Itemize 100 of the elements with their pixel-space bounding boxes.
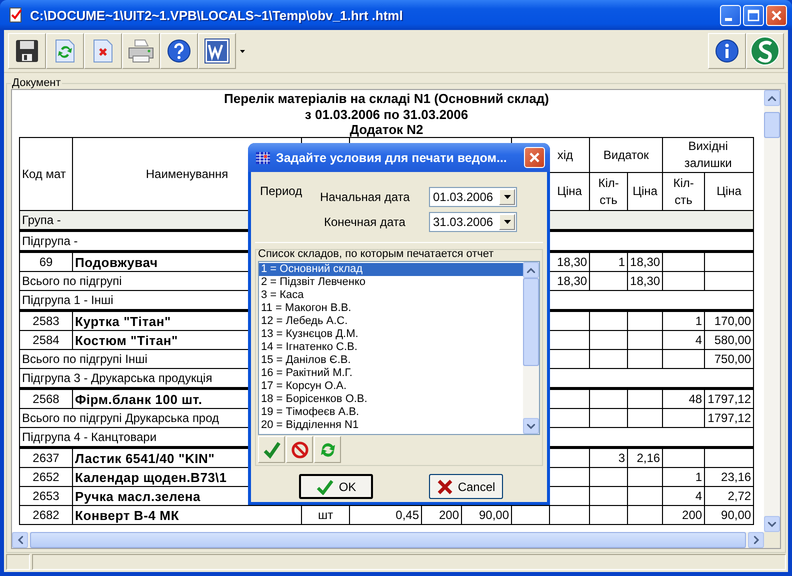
period-label: Период xyxy=(260,184,304,200)
table-cell: 90,00 xyxy=(704,506,754,524)
table-cell: 1 xyxy=(590,252,628,272)
ok-button[interactable]: OK xyxy=(299,474,373,499)
date-dropdown[interactable]: 31.03.2006 xyxy=(429,212,517,232)
column-header: Ціна xyxy=(716,184,742,198)
table-cell: 580,00 xyxy=(704,330,754,350)
column-header: Ціна xyxy=(557,184,582,198)
print-button[interactable] xyxy=(122,33,160,69)
cancel-button[interactable]: Cancel xyxy=(429,474,503,499)
help-button[interactable] xyxy=(160,33,198,69)
scroll-down-button[interactable] xyxy=(523,418,539,434)
table-cell: 2,16 xyxy=(628,448,663,468)
group-label: Документ xyxy=(11,77,62,89)
column-header: Ціна xyxy=(632,184,658,198)
table-cell: 2652 xyxy=(20,468,72,486)
logo-button[interactable] xyxy=(746,33,784,69)
date-dropdown[interactable]: 01.03.2006 xyxy=(429,187,517,207)
info-button[interactable] xyxy=(708,33,746,69)
list-item[interactable]: 3 = Каса xyxy=(259,289,523,302)
logo-icon xyxy=(750,36,780,66)
scroll-right-button[interactable] xyxy=(748,532,764,548)
printer-icon xyxy=(127,38,155,64)
check-icon xyxy=(262,440,280,458)
deselect-button[interactable] xyxy=(286,436,313,463)
table-cell: 1797,12 xyxy=(704,388,754,408)
table-cell: 2682 xyxy=(20,506,72,524)
refresh-button[interactable] xyxy=(314,436,341,463)
help-icon xyxy=(166,38,192,64)
list-item[interactable]: 1 = Основний склад xyxy=(259,263,523,276)
caret-down-icon xyxy=(768,522,776,526)
list-item[interactable]: 16 = Ракітний М.Г. xyxy=(259,367,523,380)
scrollbar-corner xyxy=(764,532,780,548)
scroll-thumb[interactable] xyxy=(764,112,780,138)
status-panel xyxy=(6,554,30,570)
table-cell: 4 xyxy=(662,330,705,350)
caret-up-icon xyxy=(768,96,776,100)
report-subtitle: Додаток N2 xyxy=(348,123,424,137)
scroll-up-button[interactable] xyxy=(523,262,539,278)
minimize-button[interactable] xyxy=(720,4,741,26)
column-header: Вихідні залишки xyxy=(684,139,732,170)
caret-icon xyxy=(504,195,510,199)
scroll-up-button[interactable] xyxy=(764,90,780,106)
scroll-down-button[interactable] xyxy=(764,516,780,532)
grid-icon xyxy=(255,150,271,164)
table-cell: 18,30 xyxy=(628,272,663,290)
table-cell: 2584 xyxy=(20,330,72,350)
save-button[interactable] xyxy=(8,33,46,69)
table-cell: Конверт В-4 МК xyxy=(72,506,302,524)
caret-up-icon xyxy=(527,268,535,272)
table-cell: 1 xyxy=(662,468,705,486)
close-button[interactable] xyxy=(524,147,545,168)
table-cell: 2568 xyxy=(20,388,72,408)
date-label: Конечная дата xyxy=(324,215,406,229)
column-header: Кіл-сть xyxy=(598,176,619,206)
report-title: Перелік матеріалів на складі N1 (Основний склад) xyxy=(223,91,550,107)
table-cell: 18,30 xyxy=(628,252,663,272)
table-cell: 2653 xyxy=(20,486,72,506)
column-header: Наименування xyxy=(146,166,228,180)
caret-right-icon xyxy=(754,536,758,544)
maximize-button[interactable] xyxy=(743,4,764,26)
scroll-thumb[interactable] xyxy=(523,278,539,366)
vertical-scrollbar[interactable] xyxy=(764,90,780,532)
column-header: Код мат xyxy=(22,166,66,180)
word-document-icon xyxy=(204,38,230,64)
caret-left-icon xyxy=(18,536,22,544)
cross-icon xyxy=(436,478,453,494)
no-sign-icon xyxy=(290,440,308,458)
info-icon xyxy=(714,38,740,64)
document-refresh-icon xyxy=(53,38,77,64)
refresh-icon xyxy=(318,440,336,458)
close-button[interactable] xyxy=(766,4,787,26)
dialog-title: Задайте условия для печати ведом... xyxy=(276,150,508,164)
table-cell: 48 xyxy=(662,388,705,408)
select-all-button[interactable] xyxy=(258,436,285,463)
column-header: Видаток xyxy=(603,148,649,162)
column-header: Кіл-сть xyxy=(673,176,694,206)
word-export-button[interactable] xyxy=(198,33,236,69)
document-check-icon xyxy=(8,7,24,23)
vertical-scrollbar[interactable] xyxy=(523,262,539,434)
report-period: з 01.03.2006 по 31.03.2006 xyxy=(304,107,470,123)
table-cell: 170,00 xyxy=(704,310,754,330)
table-cell: 200 xyxy=(662,506,705,524)
table-cell: 69 xyxy=(20,252,72,272)
table-cell: 1797,12 xyxy=(704,408,754,428)
caret-icon xyxy=(504,220,510,224)
caret-icon xyxy=(240,50,245,52)
table-cell: 2583 xyxy=(20,310,72,330)
table-cell: 2637 xyxy=(20,448,72,468)
window-title: C:\DOCUME~1\UIT2~1.VPB\LOCALS~1\Temp\obv_1.hrt .html xyxy=(30,8,404,22)
table-cell: 2,72 xyxy=(704,486,754,506)
check-icon xyxy=(316,478,334,494)
scroll-left-button[interactable] xyxy=(12,532,28,548)
table-cell: 1 xyxy=(662,310,705,330)
table-cell: 750,00 xyxy=(704,350,754,368)
table-cell: 4 xyxy=(662,486,705,506)
date-label: Начальная дата xyxy=(320,190,410,204)
document-cross-icon xyxy=(91,38,115,64)
table-cell: 3 xyxy=(590,448,628,468)
delete-button[interactable] xyxy=(84,33,122,69)
